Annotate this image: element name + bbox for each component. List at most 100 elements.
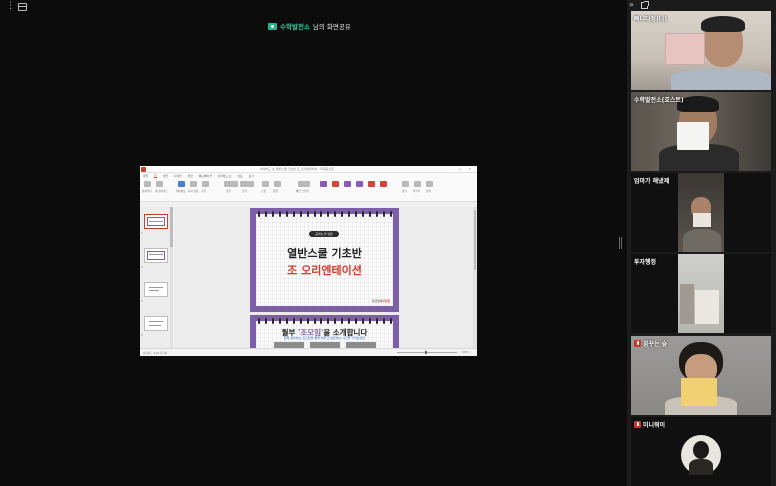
participant-tile[interactable]: 엄마가 해냈제 <box>631 173 771 252</box>
participant-tile[interactable]: 꿈꾸는 숲 <box>631 336 771 415</box>
thumbnail-line <box>149 221 163 222</box>
slide-pill-badge: 공부는 안 망함 <box>309 231 339 237</box>
arrange-icon <box>274 181 281 187</box>
ribbon-label: 정렬 <box>273 190 278 193</box>
top-toolbar: ⋮ <box>0 0 626 14</box>
presenter-name: 수학발전소 <box>280 23 310 31</box>
style-icon <box>380 181 387 187</box>
held-card <box>677 122 709 150</box>
ribbon-tab: 검토 <box>237 173 243 178</box>
ribbon-tab: 디자인 <box>173 173 182 178</box>
thumbnail-line <box>149 287 163 288</box>
ppt-status-bar: 슬라이드 1/24 한국어 100% <box>140 348 477 356</box>
participant-tile[interactable]: 빠니다정(나) <box>631 11 771 90</box>
ribbon-label: 바꾸기 <box>413 190 421 193</box>
powerpoint-logo-icon <box>141 167 146 172</box>
find-icon <box>402 181 409 187</box>
slide-thumbnail <box>144 248 168 263</box>
shared-screen: 슬라이드 쇼 열반스쿨 기초반 조 오리엔테이션 - 파워포인트 – □ ✕ 파… <box>140 166 477 356</box>
ribbon-label: 구역 <box>201 190 206 193</box>
thumbnail-line <box>149 290 159 291</box>
slide-1-title: 열반스쿨 기초반 <box>287 247 362 260</box>
new-slide-icon <box>156 181 163 187</box>
ribbon-tab: 슬라이드 쇼 <box>217 173 232 178</box>
slide-2-description: 함께 공부하는 조모임을 통해 배우고 성장하는 시간을 가져보세요 <box>283 336 366 340</box>
quick-style-icon <box>298 181 310 187</box>
ribbon-tab: 삽입 <box>162 173 168 178</box>
participant-name: 꿈꾸는 숲 <box>643 341 668 348</box>
video-person <box>701 16 745 32</box>
held-card <box>695 290 719 324</box>
brand-suffix: 부자들 <box>382 299 390 303</box>
ppt-ribbon: 붙여넣기 새 슬라이드 레이아웃 다시 설정 구역 글꼴 단락 도형 정렬 빠른… <box>140 178 477 202</box>
more-vertical-icon[interactable]: ⋮ <box>6 2 15 11</box>
shapes-icon <box>262 181 269 187</box>
ribbon-label: 빠른 스타일 <box>296 190 309 193</box>
slide-thumbnail <box>144 316 168 331</box>
slide-1: 공부는 안 망함 열반스쿨 기초반 조 오리엔테이션 월급쟁이부자들 <box>250 208 399 312</box>
mic-off-icon <box>634 340 641 347</box>
ribbon-tab: 파일 <box>143 173 149 178</box>
slide-1-subtitle: 조 오리엔테이션 <box>287 264 362 277</box>
slide-number: 4 <box>141 334 143 337</box>
participant-tile[interactable]: 수학발전소(호스트) <box>631 92 771 171</box>
video-person <box>671 69 771 90</box>
profile-avatar-figure <box>693 441 709 459</box>
held-card <box>693 213 711 227</box>
window-icon[interactable] <box>18 3 27 11</box>
thumbnail-line <box>149 254 163 255</box>
external-window-icon[interactable] <box>641 1 649 9</box>
style-icon <box>320 181 327 187</box>
font-icon <box>224 181 238 187</box>
slide-thumbnail-pane: 1 2 3 4 <box>140 207 173 348</box>
ribbon-label: 새 슬라이드 <box>155 190 168 193</box>
thumbnail-line <box>149 321 163 322</box>
participant-name: 투자행정 <box>634 259 657 266</box>
video-background-object <box>680 284 694 324</box>
panel-resize-handle[interactable] <box>619 237 624 249</box>
slide-1-body: 공부는 안 망함 열반스쿨 기초반 조 오리엔테이션 월급쟁이부자들 <box>256 214 393 306</box>
notebook-binding <box>258 318 392 324</box>
slide-thumbnail <box>144 282 168 297</box>
participant-name: 엄마가 해냈제 <box>634 178 670 185</box>
thumbnail-frame <box>147 251 165 260</box>
paragraph-icon <box>240 181 254 187</box>
section-icon <box>202 181 209 187</box>
ribbon-label: 글꼴 <box>226 190 231 193</box>
style-icon <box>344 181 351 187</box>
notebook-binding <box>258 211 392 217</box>
chevrons-right-icon[interactable]: » <box>629 1 634 9</box>
participant-tile[interactable]: 투자행정 <box>631 254 771 333</box>
ribbon-label: 도형 <box>261 190 266 193</box>
share-banner-suffix: 님의 화면공유 <box>312 23 351 31</box>
ribbon-tab: 애니메이션 <box>198 173 212 178</box>
participant-tile[interactable]: 미니뭐이 <box>631 417 771 486</box>
panel-toolbar: » <box>627 0 776 10</box>
screen-share-icon <box>268 22 277 30</box>
style-icon <box>368 181 375 187</box>
select-icon <box>426 181 433 187</box>
reset-icon <box>190 181 197 187</box>
ribbon-label: 선택 <box>426 190 431 193</box>
slide-number: 2 <box>141 266 143 269</box>
participants-panel: » 빠니다정(나) 수학발전소(호스트) 엄마가 해냈제 투자행정 꿈꾸는 숲 … <box>627 0 776 486</box>
participant-name: 미니뭐이 <box>643 422 666 429</box>
ppt-titlebar: 슬라이드 쇼 열반스쿨 기초반 조 오리엔테이션 - 파워포인트 – □ ✕ <box>140 166 477 173</box>
slide-brand-logo: 월급쟁이부자들 <box>372 299 390 303</box>
slide-thumbnail <box>144 214 168 229</box>
status-left: 슬라이드 1/24 한국어 <box>143 352 168 355</box>
screen-share-banner: 수학발전소 님의 화면공유 <box>268 20 351 32</box>
slide-canvas: 공부는 안 망함 열반스쿨 기초반 조 오리엔테이션 월급쟁이부자들 월부 '조… <box>174 207 477 356</box>
participant-label: 미니뭐이 <box>634 420 665 429</box>
style-icon <box>332 181 339 187</box>
ribbon-label: 찾기 <box>402 190 407 193</box>
video-person <box>683 229 721 252</box>
participant-name: 빠니다정(나) <box>634 16 668 23</box>
style-icon <box>356 181 363 187</box>
layout-icon <box>178 181 185 187</box>
ppt-window-buttons: – □ ✕ <box>450 167 474 171</box>
canvas-scrollbar <box>473 207 477 348</box>
thumbnail-scrollbar <box>170 207 173 348</box>
ribbon-label: 다시 설정 <box>188 190 199 193</box>
zoom-level: 100% <box>461 351 469 354</box>
